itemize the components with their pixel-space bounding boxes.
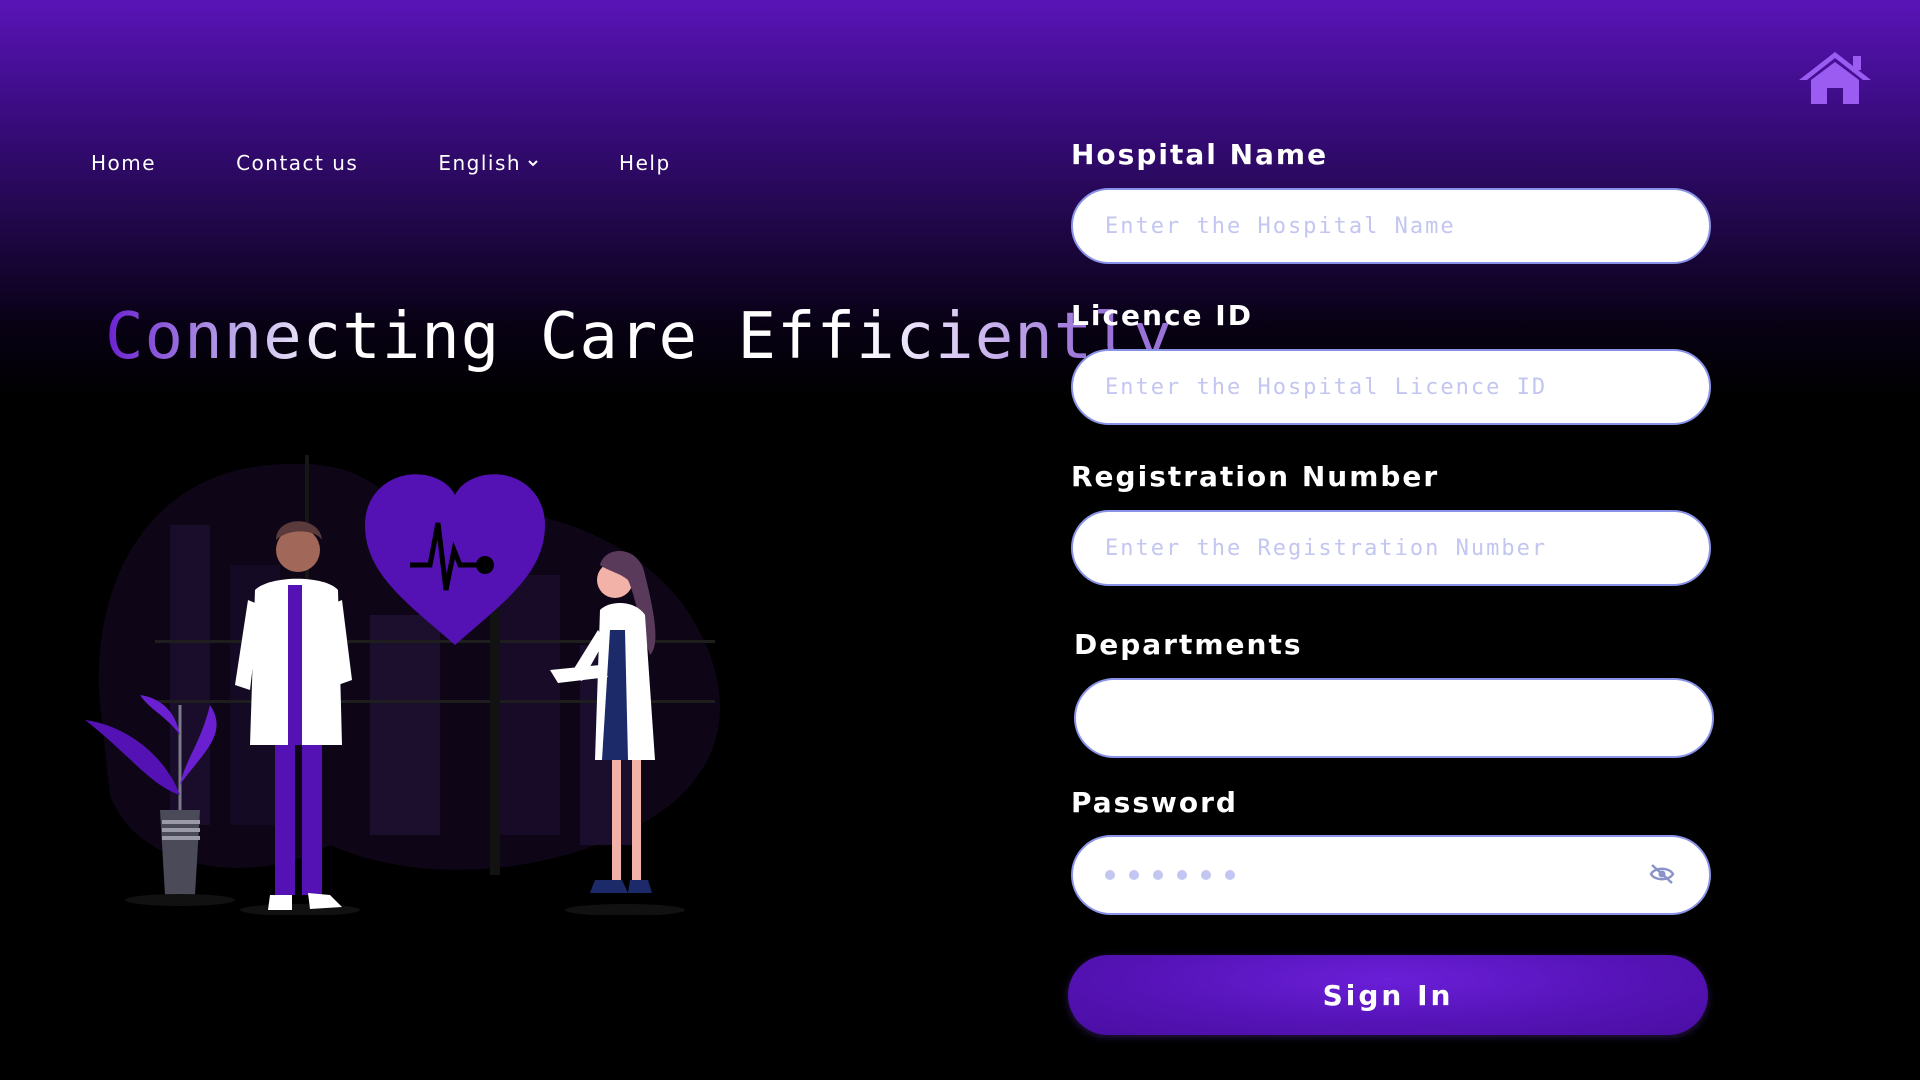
password-dot — [1105, 870, 1115, 880]
registration-number-placeholder: Enter the Registration Number — [1105, 535, 1548, 561]
password-dot — [1201, 870, 1211, 880]
chevron-down-icon — [528, 160, 538, 167]
home-icon[interactable] — [1797, 50, 1873, 106]
departments-label: Departments — [1074, 628, 1303, 661]
sign-in-button[interactable]: Sign In — [1068, 955, 1708, 1035]
hospital-name-input[interactable]: Enter the Hospital Name — [1071, 188, 1711, 264]
password-dot — [1177, 870, 1187, 880]
hospital-name-label: Hospital Name — [1071, 138, 1329, 171]
registration-number-input[interactable]: Enter the Registration Number — [1071, 510, 1711, 586]
licence-id-label: Licence ID — [1071, 299, 1253, 332]
password-input[interactable] — [1071, 835, 1711, 915]
nav-home-link[interactable]: Home — [91, 151, 156, 175]
hero-headline: Connecting Care Efficiently — [105, 300, 1173, 374]
eye-off-icon[interactable] — [1649, 863, 1675, 885]
departments-input[interactable] — [1074, 678, 1714, 758]
password-dot — [1129, 870, 1139, 880]
registration-number-label: Registration Number — [1071, 460, 1440, 493]
language-label: English — [438, 151, 522, 175]
top-nav: Home Contact us English Help — [91, 151, 671, 175]
password-dot — [1225, 870, 1235, 880]
hospital-name-placeholder: Enter the Hospital Name — [1105, 213, 1456, 239]
nav-help-link[interactable]: Help — [619, 151, 671, 175]
nav-contact-link[interactable]: Contact us — [236, 151, 358, 175]
password-dot — [1153, 870, 1163, 880]
doctors-illustration — [85, 455, 720, 915]
licence-id-input[interactable]: Enter the Hospital Licence ID — [1071, 349, 1711, 425]
password-masked-value — [1105, 870, 1235, 880]
licence-id-placeholder: Enter the Hospital Licence ID — [1105, 374, 1548, 400]
password-label: Password — [1071, 786, 1238, 819]
language-dropdown[interactable]: English — [438, 151, 539, 175]
